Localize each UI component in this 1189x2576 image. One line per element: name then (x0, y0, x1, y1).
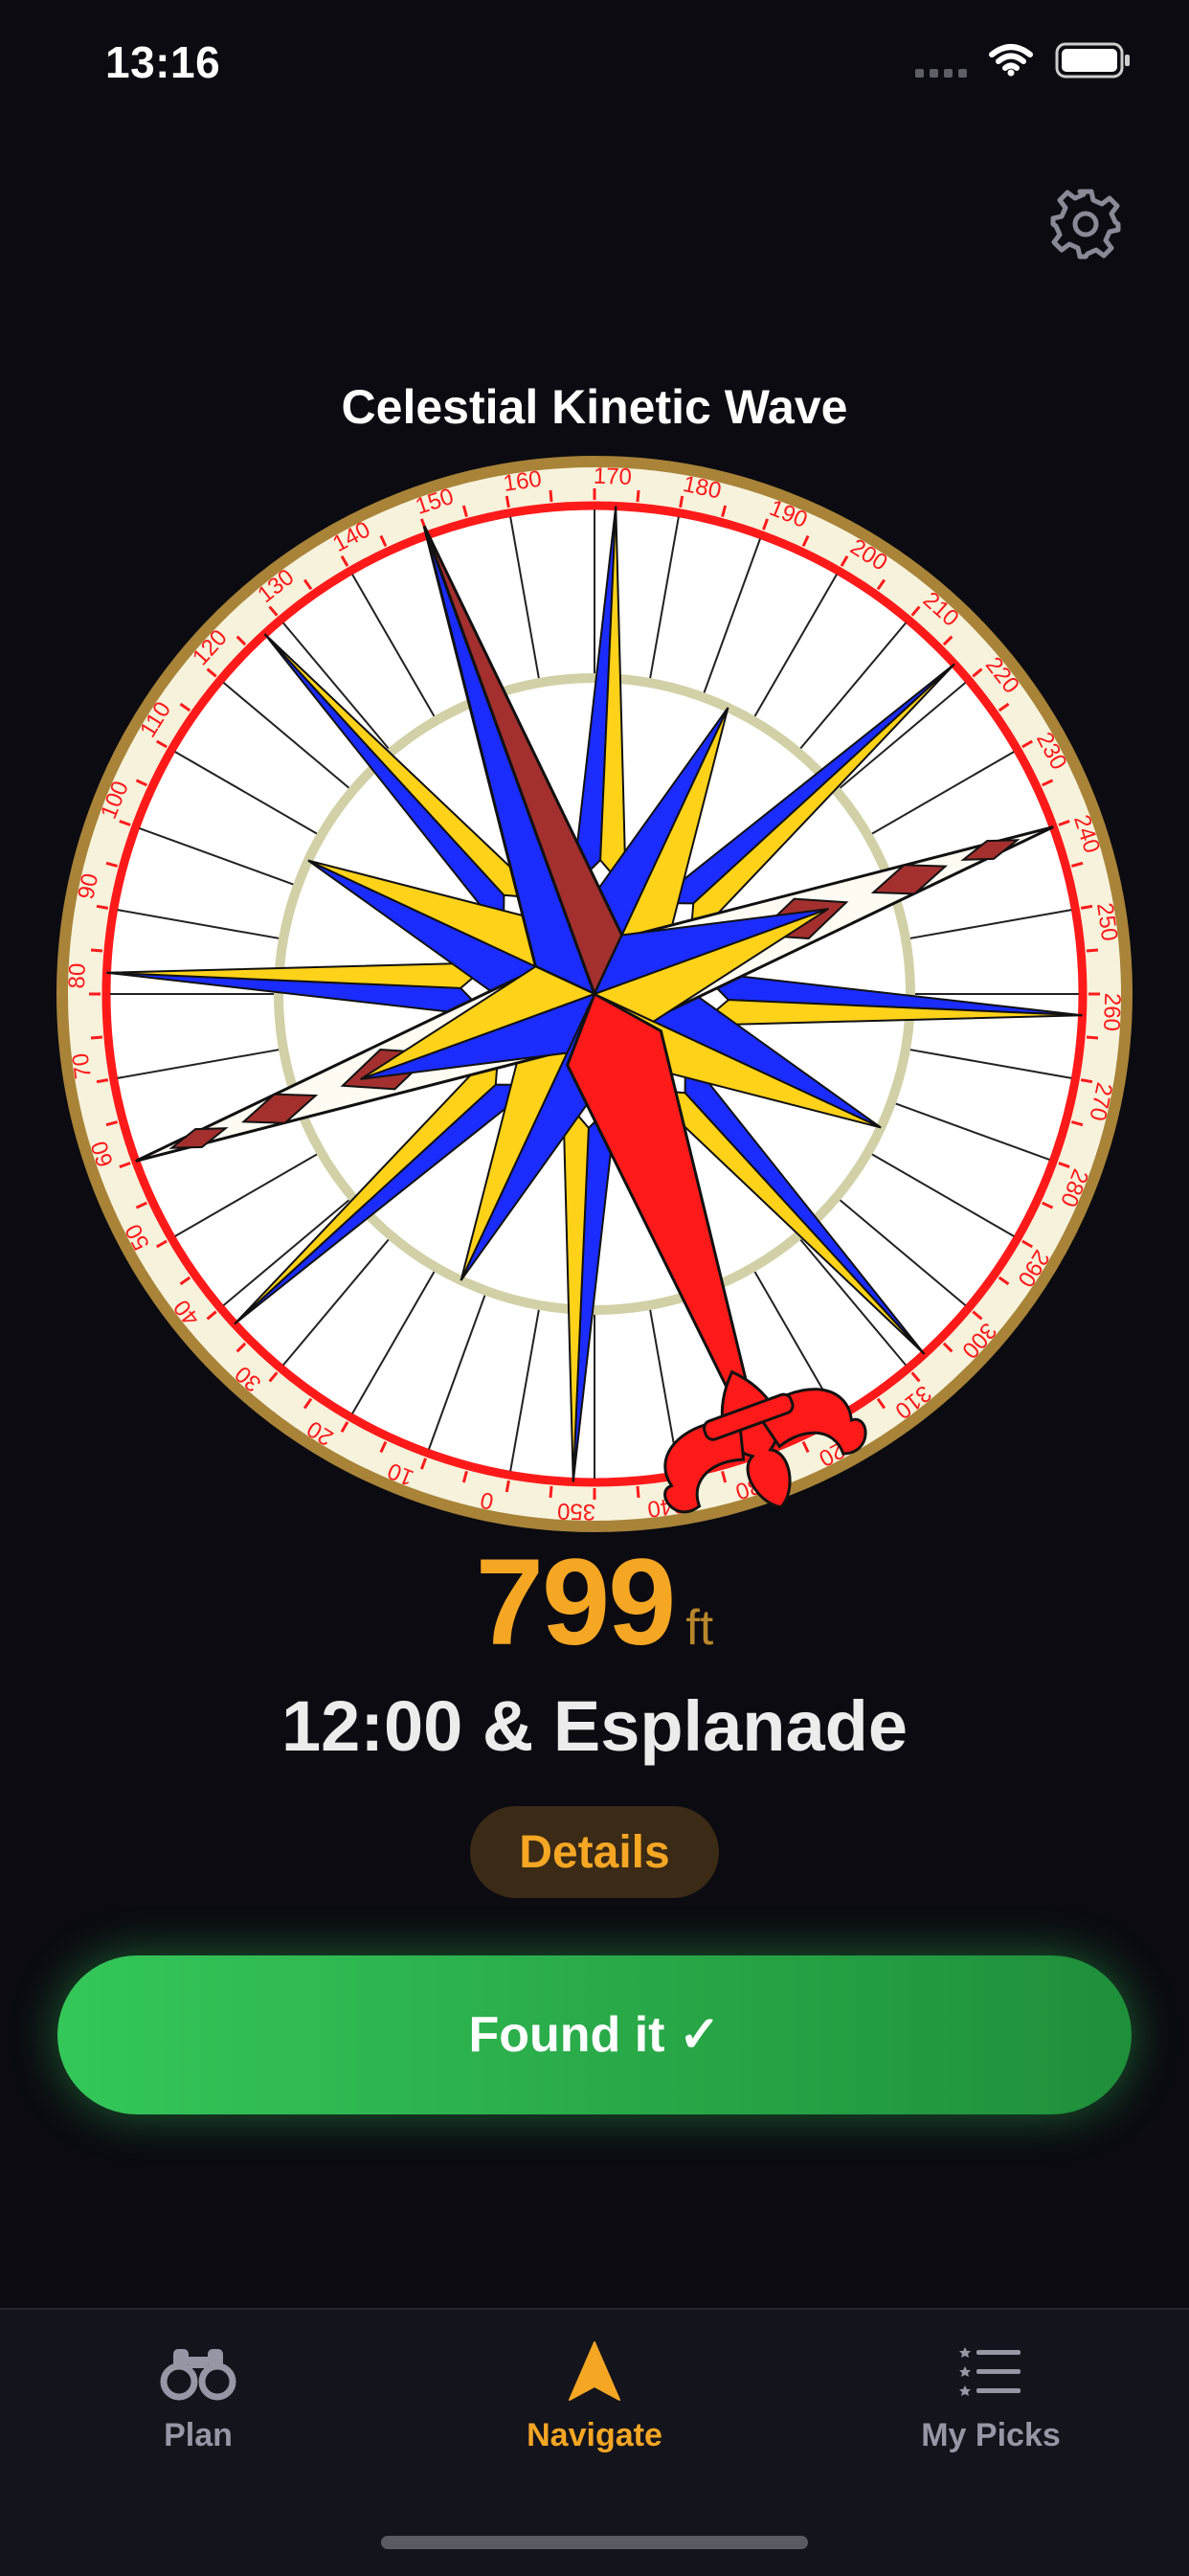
compass-tick (636, 1485, 640, 1499)
compass-tick (679, 495, 684, 508)
compass-tick (1086, 1035, 1099, 1040)
bearing-label: 260 (1098, 992, 1125, 1031)
compass-rose: 0102030405060708090100110120130140150160… (56, 456, 1133, 1532)
target-title: Celestial Kinetic Wave (341, 380, 848, 434)
bearing-label: 250 (1091, 901, 1122, 942)
tab-label-my-picks: My Picks (921, 2417, 1061, 2453)
found-it-button[interactable]: Found it ✓ (57, 1955, 1132, 2114)
wifi-icon (989, 44, 1033, 77)
compass-tick (549, 489, 553, 503)
compass-tick (636, 489, 640, 503)
bearing-label: 90 (73, 871, 103, 902)
tab-navigate[interactable]: Navigate (451, 2339, 738, 2482)
compass-tick (1080, 904, 1093, 910)
bearing-label: 70 (68, 1051, 97, 1080)
bearing-label: 350 (557, 1498, 596, 1525)
compass-tick (1080, 1078, 1093, 1084)
list-stars-icon (959, 2347, 1021, 2396)
battery-icon (1055, 42, 1130, 79)
distance-value: 799 (475, 1534, 677, 1671)
compass-tick (90, 948, 103, 953)
settings-button[interactable] (1043, 182, 1128, 266)
tab-label-plan: Plan (164, 2417, 233, 2453)
compass-tick (549, 1485, 553, 1499)
tab-my-picks[interactable]: My Picks (847, 2339, 1134, 2482)
distance-readout: 799 ft (0, 1532, 1189, 1673)
compass-tick (96, 904, 109, 910)
bearing-label: 170 (593, 463, 632, 490)
gear-icon (1050, 189, 1121, 260)
compass-tick (96, 1078, 109, 1084)
status-icons (915, 42, 1132, 79)
bearing-label: 160 (502, 466, 543, 497)
distance-unit: ft (685, 1600, 714, 1656)
status-time: 13:16 (105, 37, 221, 87)
status-bar: 13:16 (0, 0, 1189, 134)
bearing-label: 80 (64, 962, 91, 989)
tab-plan[interactable]: Plan (55, 2339, 342, 2482)
binoculars-icon (160, 2349, 236, 2401)
home-indicator (381, 2536, 808, 2549)
compass-tick (505, 1480, 510, 1493)
navigation-arrow-icon (569, 2341, 620, 2401)
location-address: 12:00 & Esplanade (281, 1686, 908, 1766)
details-button[interactable]: Details (470, 1806, 719, 1898)
compass-tick (505, 495, 510, 508)
signal-icon (915, 43, 967, 78)
tab-label-navigate: Navigate (527, 2417, 662, 2453)
compass-tick (1086, 948, 1099, 953)
compass-tick (90, 1035, 103, 1040)
